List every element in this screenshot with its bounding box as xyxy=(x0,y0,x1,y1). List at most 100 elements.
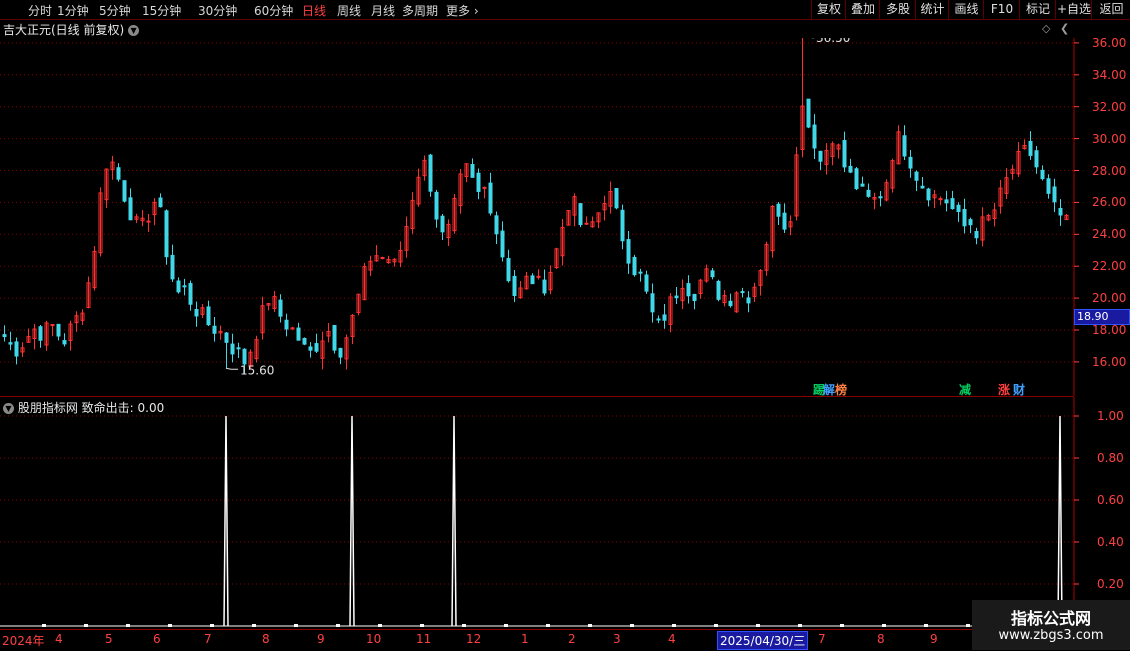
tab-timeframe-1[interactable]: 1分钟 xyxy=(57,2,89,19)
stock-title[interactable]: 吉大正元(日线 前复权) ▼ xyxy=(3,21,140,38)
current-price-label: 18.90 xyxy=(1074,309,1130,325)
tab-timeframe-4[interactable]: 30分钟 xyxy=(198,2,237,19)
date-tick-label: 10 xyxy=(366,632,382,646)
candle xyxy=(824,143,829,175)
candle xyxy=(404,216,409,258)
candle xyxy=(728,293,733,308)
watermark-title: 指标公式网 xyxy=(1010,609,1091,628)
candle xyxy=(632,254,637,277)
candlestick-chart[interactable]: 36.50 15.60 xyxy=(0,38,1130,396)
candle xyxy=(860,176,865,187)
candle xyxy=(878,190,883,207)
candle xyxy=(320,331,325,370)
candle xyxy=(992,202,997,227)
signal-spike xyxy=(223,415,229,627)
candle xyxy=(590,216,595,228)
candle xyxy=(794,146,799,221)
candle xyxy=(212,317,217,342)
tab-timeframe-10[interactable]: 更多 › xyxy=(446,2,479,19)
candle xyxy=(944,190,949,212)
toolbar-button-5[interactable]: F10 xyxy=(983,0,1020,19)
baseline-dot xyxy=(840,624,844,627)
candle xyxy=(788,215,793,236)
tab-timeframe-3[interactable]: 15分钟 xyxy=(142,2,181,19)
diamond-icon[interactable]: ◇ xyxy=(1042,22,1050,35)
indicator-tick-label: 0.80 xyxy=(1097,451,1124,465)
toolbar-button-4[interactable]: 画线 xyxy=(948,0,984,19)
baseline-dot xyxy=(882,624,886,627)
candle xyxy=(572,193,577,227)
candle xyxy=(758,269,763,296)
chevron-down-icon[interactable]: ▼ xyxy=(128,25,140,36)
candle xyxy=(86,276,91,309)
tab-timeframe-0[interactable]: 分时 xyxy=(28,2,52,19)
baseline-dot xyxy=(168,624,172,627)
candle xyxy=(170,244,175,282)
candle xyxy=(614,188,619,210)
candle xyxy=(806,98,811,129)
candle xyxy=(380,256,385,260)
toolbar-button-1[interactable]: 叠加 xyxy=(845,0,880,19)
price-tick-label: 32.00 xyxy=(1092,99,1127,114)
candle xyxy=(1040,165,1045,181)
toolbar-button-8[interactable]: 返回 xyxy=(1091,0,1130,19)
date-tick-label: 2 xyxy=(568,632,576,646)
date-axis: 2024年 4 5 6 7 8 9 10 11 12 1 2 3 4 7 8 9 2025/04/30/三 xyxy=(0,629,1074,651)
candle xyxy=(80,309,85,325)
candle xyxy=(44,320,49,351)
candle xyxy=(596,212,601,229)
price-tick-label: 18.00 xyxy=(1092,323,1127,337)
indicator-tick-label: 0.60 xyxy=(1097,493,1124,507)
toolbar-button-0[interactable]: 复权 xyxy=(811,0,846,19)
indicator-chart[interactable] xyxy=(0,397,1130,629)
toolbar-button-3[interactable]: 统计 xyxy=(915,0,949,19)
candle xyxy=(182,278,187,296)
candle xyxy=(206,300,211,327)
signal-spike xyxy=(451,415,457,627)
candle xyxy=(584,216,589,225)
candle xyxy=(560,219,565,266)
price-tick-label: 24.00 xyxy=(1092,227,1127,242)
date-tick-label: 6 xyxy=(153,632,161,646)
price-tick-label: 28.00 xyxy=(1092,163,1127,178)
baseline-dot xyxy=(294,624,298,627)
candle xyxy=(542,269,547,296)
candle xyxy=(362,262,367,301)
candle xyxy=(662,303,667,329)
indicator-tick-label: 1.00 xyxy=(1097,409,1124,423)
candle xyxy=(266,303,271,311)
baseline-dot xyxy=(672,624,676,627)
candle xyxy=(128,188,133,221)
candle xyxy=(1034,146,1039,174)
baseline-dot xyxy=(756,624,760,627)
candle xyxy=(308,342,313,358)
candle xyxy=(110,155,115,180)
candle xyxy=(938,196,943,206)
candle xyxy=(458,168,463,214)
baseline-dot xyxy=(378,624,382,627)
candle xyxy=(98,187,103,257)
toolbar-button-6[interactable]: 标记 xyxy=(1019,0,1056,19)
candle xyxy=(194,301,199,327)
toolbar-button-7[interactable]: +自选 xyxy=(1055,0,1092,19)
candle xyxy=(224,332,229,369)
candle xyxy=(284,313,289,337)
candle xyxy=(626,230,631,274)
tab-timeframe-9[interactable]: 多周期 xyxy=(402,2,438,19)
tab-timeframe-2[interactable]: 5分钟 xyxy=(99,2,131,19)
tab-timeframe-6[interactable]: 日线 xyxy=(302,2,326,19)
tab-timeframe-8[interactable]: 月线 xyxy=(371,2,395,19)
baseline-dot xyxy=(714,624,718,627)
toolbar-button-2[interactable]: 多股 xyxy=(879,0,916,19)
candle xyxy=(344,334,349,370)
candle xyxy=(884,179,889,202)
tab-timeframe-7[interactable]: 周线 xyxy=(337,2,361,19)
tab-timeframe-5[interactable]: 60分钟 xyxy=(254,2,293,19)
candle xyxy=(920,177,925,189)
candle xyxy=(332,324,337,354)
candle xyxy=(962,198,967,234)
chevron-left-icon[interactable]: ❮ xyxy=(1060,22,1069,35)
candle xyxy=(434,189,439,228)
candle xyxy=(866,183,871,198)
candle xyxy=(146,214,151,232)
